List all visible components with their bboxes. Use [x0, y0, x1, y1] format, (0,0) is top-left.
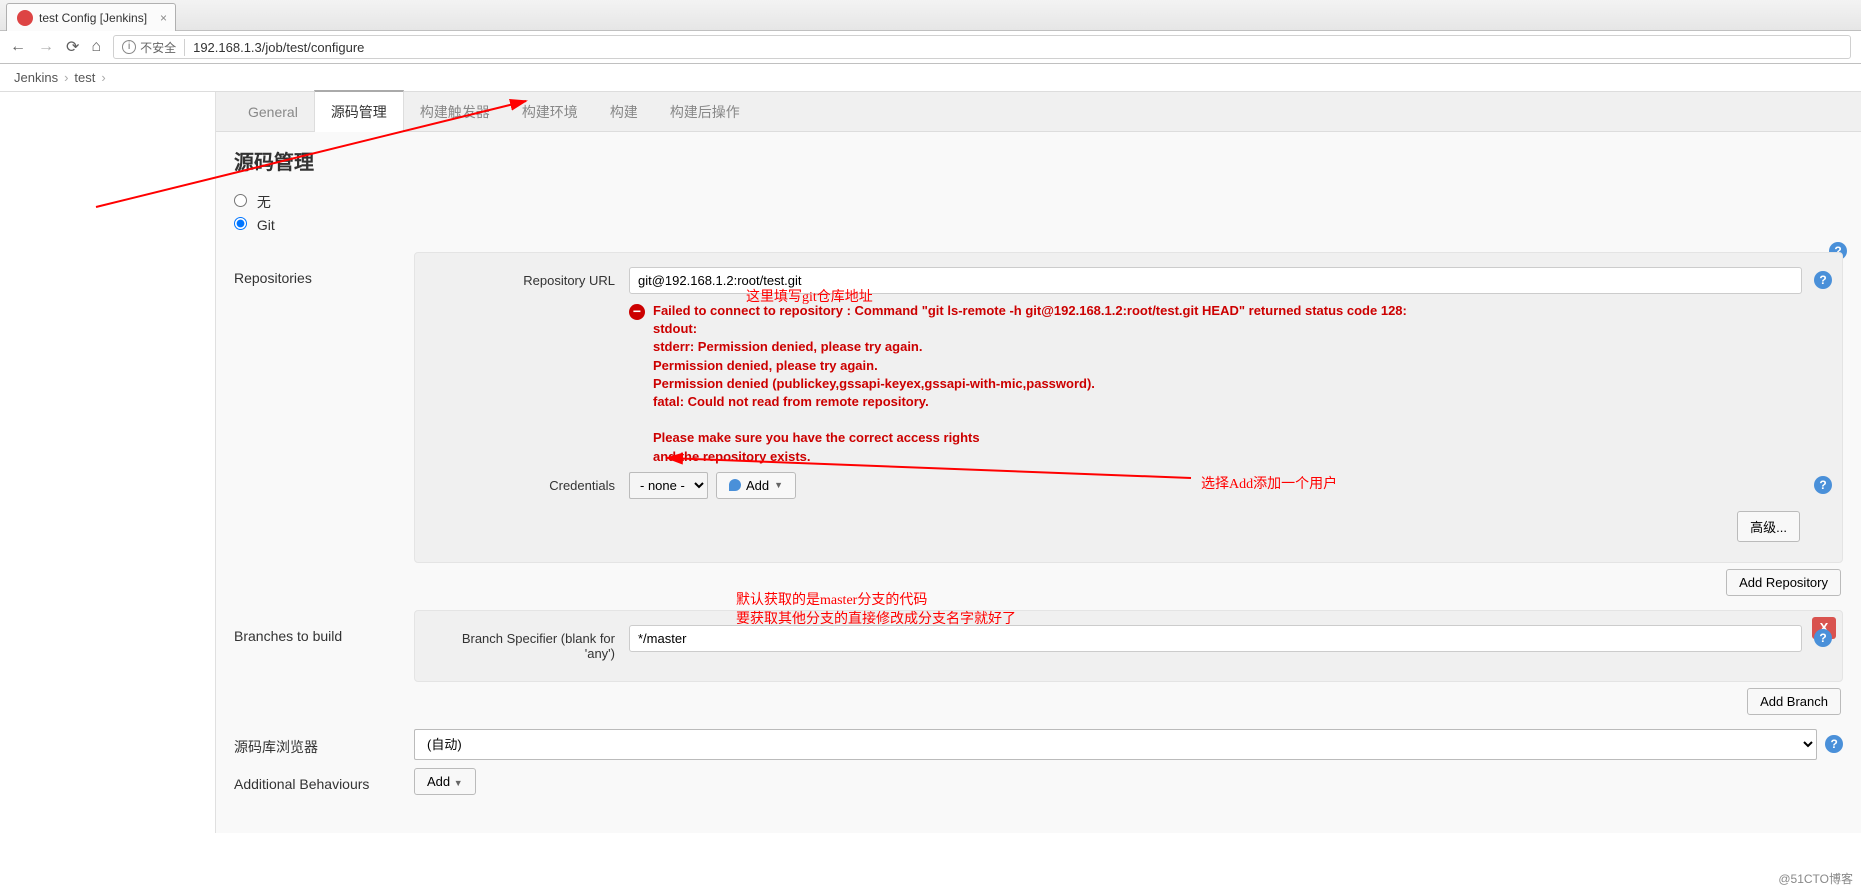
tab-scm[interactable]: 源码管理 — [314, 90, 404, 132]
scm-git-label: Git — [257, 217, 275, 233]
repo-browser-select[interactable]: (自动) — [414, 729, 1817, 760]
tab-post[interactable]: 构建后操作 — [654, 92, 756, 132]
add-behaviour-button[interactable]: Add ▼ — [414, 768, 476, 795]
section-title: 源码管理 — [216, 132, 1861, 181]
scm-none-option[interactable]: 无 — [234, 192, 1843, 212]
browser-toolbar: ← → ⟳ ⌂ i 不安全 192.168.1.3/job/test/confi… — [0, 31, 1861, 64]
info-icon: i — [122, 40, 136, 54]
chevron-down-icon: ▼ — [454, 778, 463, 788]
insecure-badge: i 不安全 — [122, 39, 185, 56]
branches-label: Branches to build — [234, 610, 394, 644]
key-icon — [729, 479, 741, 491]
browser-tab-strip: test Config [Jenkins] × — [0, 0, 1861, 31]
repo-error-message: Failed to connect to repository : Comman… — [653, 302, 1407, 466]
crumb-test[interactable]: test — [74, 70, 95, 85]
tab-triggers[interactable]: 构建触发器 — [404, 92, 506, 132]
left-sidebar — [0, 92, 215, 833]
credentials-label: Credentials — [429, 472, 629, 493]
url-text: 192.168.1.3/job/test/configure — [193, 40, 364, 55]
tab-general[interactable]: General — [232, 94, 314, 130]
repo-url-label: Repository URL — [429, 267, 629, 288]
browser-tab-title: test Config [Jenkins] — [39, 11, 147, 25]
error-icon: − — [629, 304, 645, 320]
browser-tab[interactable]: test Config [Jenkins] × — [6, 3, 176, 31]
repo-url-input[interactable] — [629, 267, 1802, 294]
credentials-select[interactable]: - none - — [629, 472, 708, 499]
tab-build[interactable]: 构建 — [594, 92, 654, 132]
repositories-label: Repositories — [234, 252, 394, 286]
crumb-jenkins[interactable]: Jenkins — [14, 70, 58, 85]
forward-icon: → — [38, 38, 54, 56]
home-icon[interactable]: ⌂ — [91, 38, 101, 56]
chevron-right-icon: › — [101, 70, 105, 85]
repository-block: Repository URL ? − Failed to connect to … — [414, 252, 1843, 563]
add-branch-button[interactable]: Add Branch — [1747, 688, 1841, 715]
tab-env[interactable]: 构建环境 — [506, 92, 594, 132]
close-icon[interactable]: × — [160, 11, 167, 25]
reload-icon[interactable]: ⟳ — [66, 37, 79, 57]
breadcrumb: Jenkins › test › — [0, 64, 1861, 92]
main-content: General 源码管理 构建触发器 构建环境 构建 构建后操作 源码管理 无 … — [215, 92, 1861, 833]
config-tabs: General 源码管理 构建触发器 构建环境 构建 构建后操作 — [216, 92, 1861, 132]
address-bar[interactable]: i 不安全 192.168.1.3/job/test/configure — [113, 35, 1851, 59]
branch-spec-input[interactable] — [629, 625, 1802, 652]
repo-browser-label: 源码库浏览器 — [234, 729, 394, 757]
jenkins-favicon — [17, 10, 33, 26]
chevron-down-icon: ▼ — [774, 480, 783, 490]
add-behaviour-label: Add — [427, 774, 450, 789]
add-credentials-label: Add — [746, 478, 769, 493]
scm-git-radio[interactable] — [234, 217, 247, 230]
chevron-right-icon: › — [64, 70, 68, 85]
back-icon[interactable]: ← — [10, 38, 26, 56]
help-icon[interactable]: ? — [1825, 735, 1843, 753]
help-icon[interactable]: ? — [1814, 271, 1832, 289]
scm-none-label: 无 — [257, 194, 271, 210]
help-icon[interactable]: ? — [1814, 629, 1832, 647]
advanced-button[interactable]: 高级... — [1737, 511, 1800, 542]
branches-block: X Branch Specifier (blank for 'any') ? — [414, 610, 1843, 682]
scm-git-option[interactable]: Git — [234, 217, 1843, 233]
insecure-label: 不安全 — [140, 39, 176, 56]
add-credentials-button[interactable]: Add ▼ — [716, 472, 796, 499]
scm-none-radio[interactable] — [234, 194, 247, 207]
add-repository-button[interactable]: Add Repository — [1726, 569, 1841, 596]
watermark: @51CTO博客 — [1778, 870, 1853, 887]
branch-spec-label: Branch Specifier (blank for 'any') — [429, 625, 629, 661]
additional-label: Additional Behaviours — [234, 768, 394, 792]
help-icon[interactable]: ? — [1814, 476, 1832, 494]
